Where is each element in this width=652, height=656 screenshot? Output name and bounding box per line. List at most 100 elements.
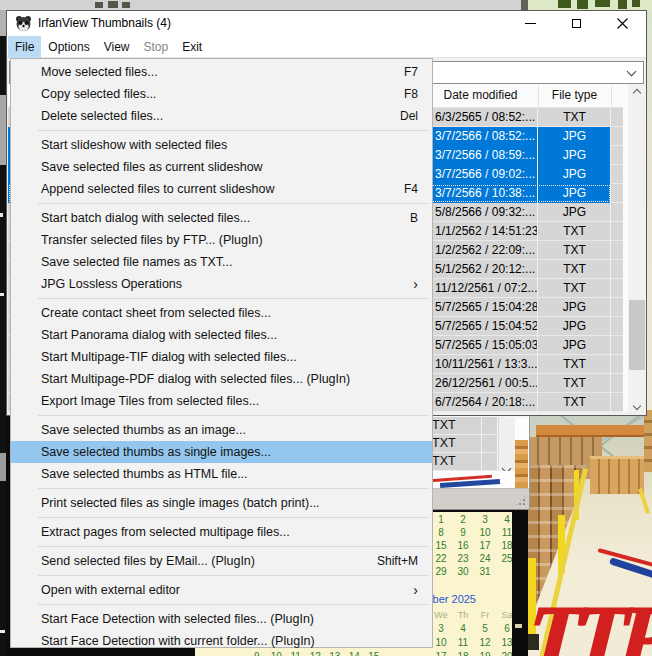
menu-item-label: Start Face Detection with selected files… [41, 612, 418, 626]
menu-item[interactable] [38, 543, 429, 550]
menu-item[interactable] [38, 200, 429, 207]
menu-item[interactable] [38, 127, 429, 134]
background-text-fragment [0, 630, 5, 633]
menu-item[interactable]: Start slideshow with selected files [11, 134, 432, 156]
menu-item[interactable]: Save selected thumbs as single images... [11, 441, 432, 463]
cell-file-type: JPG [538, 129, 611, 143]
maximize-icon [572, 19, 581, 28]
menu-item-label: Create contact sheet from selected files… [41, 306, 418, 320]
menu-item[interactable]: Open with external editor › [11, 579, 432, 601]
cell-date-modified: 5/7/2565 / 15:04:28 [435, 300, 538, 314]
calendar-row: 10111213 [430, 636, 512, 650]
menu-item-label: Start batch dialog with selected files..… [41, 211, 410, 225]
scrollbar[interactable] [628, 84, 646, 414]
close-button[interactable] [600, 11, 645, 36]
cell-file-type: JPG [538, 205, 611, 219]
cell-file-type: TXT [538, 262, 611, 276]
menu-item[interactable] [38, 485, 429, 492]
cell-file-type: JPG [538, 338, 611, 352]
scroll-up-button[interactable] [628, 84, 646, 101]
column-divider [538, 86, 539, 106]
menu-item[interactable] [38, 295, 429, 302]
minimize-button[interactable] [508, 11, 553, 36]
menu-item[interactable]: Delete selected files... Del [11, 105, 432, 127]
menu-item[interactable]: Start Multipage-TIF dialog with selected… [11, 346, 432, 368]
title-bar[interactable]: IrfanView Thumbnails (4) [7, 11, 646, 36]
calendar-row: 22232425 [430, 552, 512, 565]
menu-item-label: Start Face Detection with current folder… [41, 634, 418, 648]
menu-item[interactable]: Send selected files by EMail... (PlugIn)… [11, 550, 432, 572]
background-window-fragment [95, 2, 103, 8]
menu-item[interactable] [38, 412, 429, 419]
maximize-button[interactable] [554, 11, 599, 36]
menu-item[interactable]: Start Face Detection with selected files… [11, 608, 432, 630]
menu-bar-item[interactable]: Stop [137, 36, 176, 58]
menu-item[interactable]: JPG Lossless Operations › [11, 273, 432, 295]
cell-file-type: TXT [538, 224, 611, 238]
cell-file-type: TXT [432, 418, 456, 432]
column-header-file-type[interactable]: File type [538, 88, 611, 102]
menu-item-shortcut: Del [400, 109, 418, 123]
scrollbar-thumb[interactable] [629, 300, 645, 370]
menu-item[interactable]: Move selected files... F7 [11, 61, 432, 83]
chevron-down-icon [627, 67, 637, 77]
menu-item[interactable]: Print selected files as single images (b… [11, 492, 432, 514]
menu-item[interactable]: Create contact sheet from selected files… [11, 302, 432, 324]
grid-line [481, 417, 482, 471]
menu-item[interactable]: Start batch dialog with selected files..… [11, 207, 432, 229]
grid-line [610, 108, 611, 412]
menu-item[interactable]: Save selected thumbs as an image... [11, 419, 432, 441]
desktop-wallpaper-warehouse: TTP [528, 410, 652, 656]
menu-item-label: Print selected files as single images (b… [41, 496, 418, 510]
floor-line [638, 488, 650, 514]
menu-item[interactable] [38, 601, 429, 608]
menu-item-shortcut: F7 [404, 65, 418, 79]
menu-item[interactable]: Transfer selected files by FTP... (PlugI… [11, 229, 432, 251]
cell-file-type: JPG [538, 319, 611, 333]
desktop-top-strip [0, 0, 652, 10]
scrollbar[interactable] [498, 417, 515, 478]
window-title: IrfanView Thumbnails (4) [38, 16, 171, 30]
background-text-fragment [0, 293, 4, 296]
cell-date-modified: 6/3/2565 / 08:52:... [435, 110, 535, 124]
menu-bar-item[interactable]: View [97, 36, 137, 58]
menu-item[interactable]: Save selected file names as TXT... [11, 251, 432, 273]
menu-item[interactable]: Extract pages from selected multipage fi… [11, 521, 432, 543]
menu-item-label: Save selected file names as TXT... [41, 255, 418, 269]
menu-item[interactable]: Copy selected files... F8 [11, 83, 432, 105]
rack-beam [536, 425, 652, 437]
scroll-down-button[interactable] [628, 397, 646, 414]
background-text-fragment [0, 213, 3, 217]
menu-item[interactable]: Start Face Detection with current folder… [11, 630, 432, 652]
grid-line [537, 108, 538, 412]
menu-item[interactable]: Save selected thumbs as HTML file... [11, 463, 432, 485]
menu-item-label: Transfer selected files by FTP... (PlugI… [41, 233, 418, 247]
cell-file-type: TXT [432, 436, 456, 450]
thumbnail-image [515, 440, 528, 488]
menu-item[interactable]: Start Multipage-PDF dialog with selected… [11, 368, 432, 390]
background-divider [521, 0, 528, 10]
minimize-icon [525, 23, 536, 24]
wallpaper-letter-fragment [618, 0, 627, 9]
menu-item-label: Save selected thumbs as an image... [41, 423, 418, 437]
desktop-dark-strip [512, 512, 528, 656]
menu-item[interactable]: Save selected files as current slideshow [11, 156, 432, 178]
menu-item[interactable] [38, 572, 429, 579]
background-window-fragment [108, 1, 118, 8]
background-file-window: TXTTXTTXT [418, 410, 530, 510]
menu-bar-item[interactable]: File [8, 36, 41, 58]
calendar-month-grid: 12348910111516171822232425293031 [430, 513, 512, 578]
cell-file-type: JPG [538, 300, 611, 314]
cell-date-modified: 3/7/2566 / 09:02:... [435, 167, 535, 181]
menu-item[interactable] [38, 514, 429, 521]
menu-item[interactable]: Export Image Tiles from selected files..… [11, 390, 432, 412]
menu-item-label: Start Multipage-PDF dialog with selected… [41, 372, 418, 386]
chevron-down-icon [633, 401, 641, 409]
column-header-date-modified[interactable]: Date modified [428, 88, 533, 102]
menu-item[interactable]: Append selected files to current slidesh… [11, 178, 432, 200]
cell-file-type: TXT [538, 243, 611, 257]
menu-bar-item[interactable]: Exit [175, 36, 209, 58]
menu-bar-item[interactable]: Options [41, 36, 96, 58]
menu-item[interactable]: Start Panorama dialog with selected file… [11, 324, 432, 346]
wallpaper-letter-fragment [558, 0, 571, 8]
